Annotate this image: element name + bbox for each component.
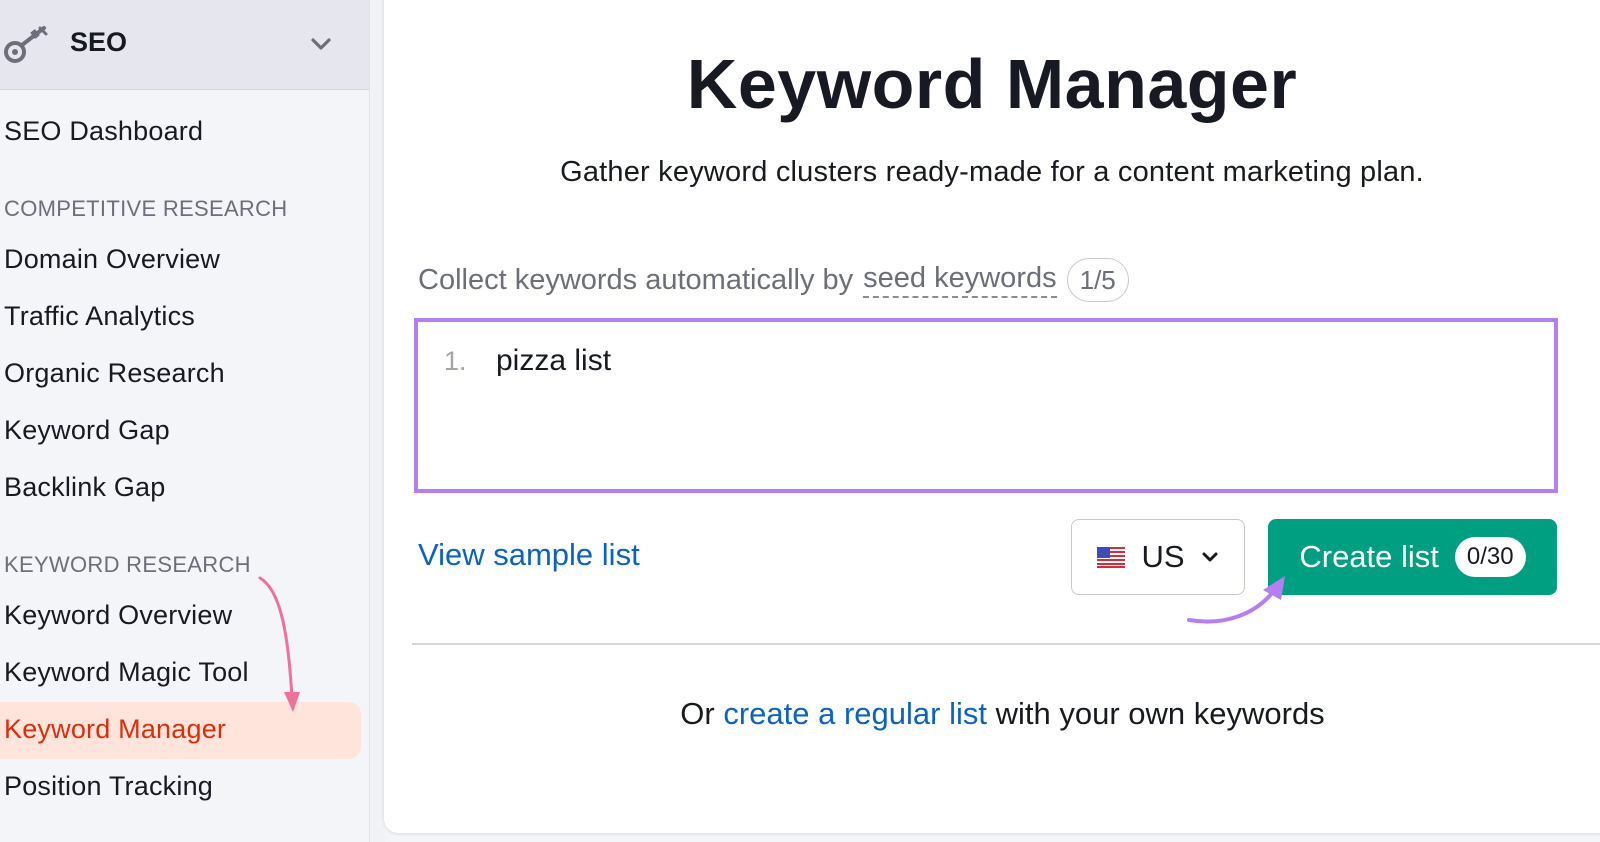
view-sample-list-link[interactable]: View sample list: [418, 537, 640, 573]
create-regular-list-link[interactable]: create a regular list: [723, 696, 987, 731]
seed-keywords-tooltip-link[interactable]: seed keywords: [863, 262, 1057, 298]
regular-list-prompt: Or create a regular list with your own k…: [384, 696, 1600, 732]
keyword-line-number: 1.: [444, 346, 467, 376]
annotation-arrow-icon: [1187, 576, 1285, 624]
seed-keywords-input[interactable]: 1. pizza list: [414, 318, 1558, 493]
sidebar-item-domain-overview[interactable]: Domain Overview: [4, 244, 220, 275]
sidebar-item-backlink-gap[interactable]: Backlink Gap: [4, 472, 165, 503]
sidebar-item-traffic-analytics[interactable]: Traffic Analytics: [4, 301, 195, 332]
section-title-keyword-research: KEYWORD RESEARCH: [4, 552, 251, 577]
keyword-text: pizza list: [496, 344, 612, 377]
collect-prefix: Collect keywords automatically by: [418, 263, 854, 296]
chevron-down-icon: [1202, 552, 1218, 562]
key-icon: [4, 26, 48, 63]
keyword-line: 1. pizza list: [444, 344, 611, 378]
collect-keywords-label: Collect keywords automatically by seed k…: [418, 258, 1129, 302]
section-title-competitive-research: COMPETITIVE RESEARCH: [4, 196, 288, 221]
section-divider: [412, 643, 1600, 645]
chevron-down-icon[interactable]: [310, 36, 332, 52]
app: SEO SEO Dashboard COMPETITIVE RESEARCH D…: [0, 0, 1600, 842]
regular-list-prefix: Or: [680, 696, 715, 731]
sidebar-gutter: [371, 0, 385, 842]
sidebar: SEO SEO Dashboard COMPETITIVE RESEARCH D…: [0, 0, 370, 842]
sidebar-item-keyword-overview[interactable]: Keyword Overview: [4, 600, 232, 631]
sidebar-item-seo-dashboard[interactable]: SEO Dashboard: [4, 116, 203, 147]
page-subtitle: Gather keyword clusters ready-made for a…: [560, 156, 1424, 188]
sidebar-item-position-tracking[interactable]: Position Tracking: [4, 771, 213, 802]
list-count-badge: 0/30: [1454, 537, 1526, 577]
sidebar-header-seo[interactable]: SEO: [0, 0, 369, 90]
regular-list-suffix: with your own keywords: [995, 696, 1325, 731]
create-list-button[interactable]: Create list 0/30: [1268, 519, 1557, 595]
seed-keyword-count-badge: 1/5: [1066, 258, 1129, 302]
page-title: Keyword Manager: [686, 45, 1298, 123]
annotation-arrow-icon: [258, 576, 300, 712]
sidebar-item-organic-research[interactable]: Organic Research: [4, 358, 225, 389]
sidebar-header-title: SEO: [70, 27, 128, 57]
country-selected-value: US: [1141, 539, 1185, 574]
sidebar-item-keyword-magic-tool[interactable]: Keyword Magic Tool: [4, 657, 249, 688]
sidebar-item-keyword-gap[interactable]: Keyword Gap: [4, 415, 170, 446]
us-flag-icon: [1097, 546, 1126, 568]
create-list-label: Create list: [1299, 539, 1439, 574]
sidebar-item-keyword-manager[interactable]: Keyword Manager: [4, 714, 226, 745]
